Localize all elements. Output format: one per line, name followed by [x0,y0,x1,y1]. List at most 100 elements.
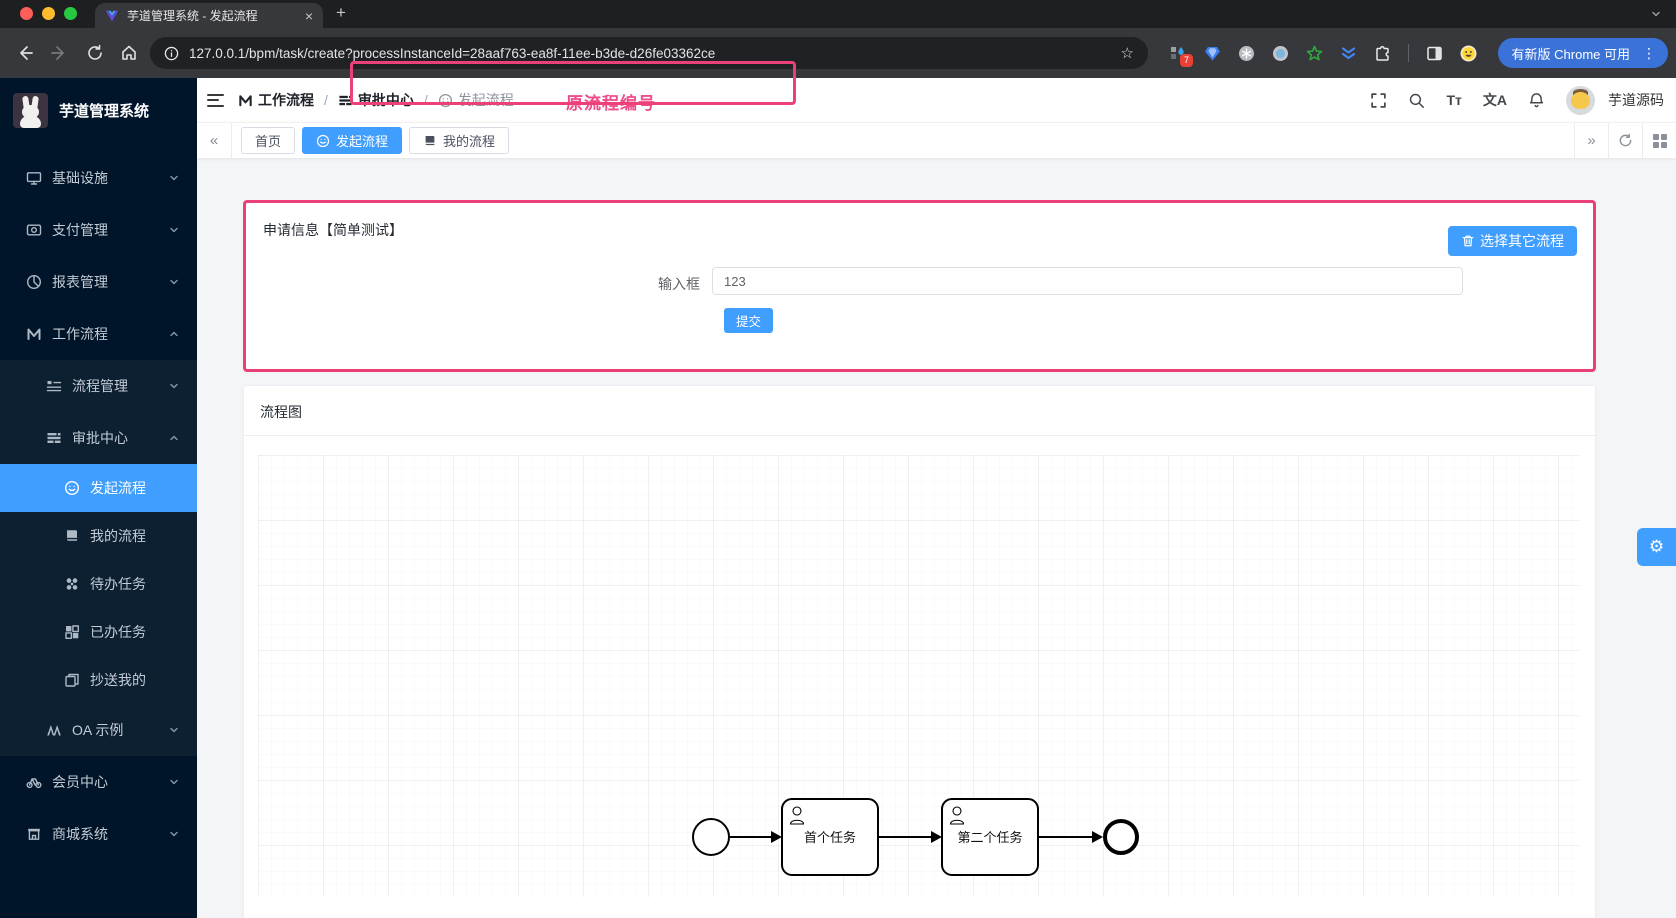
side-panel-icon[interactable] [1426,45,1443,62]
chrome-update-label: 有新版 Chrome 可用 [1511,46,1630,62]
tab-search-chevron-icon[interactable] [1650,8,1662,20]
notification-bell-icon[interactable] [1528,92,1545,109]
bpmn-canvas[interactable]: 首个任务 第二个任务 [258,455,1579,897]
submit-button[interactable]: 提交 [724,308,774,333]
reload-icon[interactable] [86,44,104,62]
sidebar-item-workflow[interactable]: 工作流程 [0,308,197,360]
zoom-window-button[interactable] [64,7,77,20]
scroll-tabs-right-icon[interactable]: » [1574,123,1608,158]
browser-tab[interactable]: 芋道管理系统 - 发起流程 × [95,3,323,28]
smiley-icon [438,93,452,107]
toolbar-divider [1408,44,1409,62]
puzzle-icon [66,578,78,590]
sidebar-item-todo-tasks[interactable]: 待办任务 [0,560,197,608]
extension-icon-devtools[interactable]: 7 [1170,45,1193,67]
minimize-window-button[interactable] [42,7,55,20]
chevron-up-icon [170,331,178,337]
sidebar-logo-row[interactable]: 芋道管理系统 [0,85,197,135]
approval-icon [339,95,352,105]
shop-icon [28,828,40,840]
page-tab-initiate-process[interactable]: 发起流程 [302,127,403,154]
sidebar-item-mall-system[interactable]: 商城系统 [0,808,197,860]
sidebar-menu: 基础设施 支付管理 报表管理 工作流程 流程管理 审批中心 发起流程 我的流程 … [0,135,197,860]
url-text[interactable]: 127.0.0.1/bpm/task/create?processInstanc… [189,46,1111,61]
translate-icon[interactable]: 文A [1483,92,1507,109]
chrome-update-button[interactable]: 有新版 Chrome 可用 ⋮ [1497,38,1668,68]
sidebar-item-oa-example[interactable]: OA 示例 [0,704,197,756]
workflow-icon [239,94,252,106]
input-field-label: 输入框 [658,276,700,292]
open-page-tabs: 首页 发起流程 我的流程 [241,127,1574,154]
process-list-icon [46,381,62,392]
payment-icon [26,224,42,236]
sidebar-item-infrastructure[interactable]: 基础设施 [0,152,197,204]
member-icon [26,778,42,789]
browser-menu-icon[interactable]: ⋮ [1638,45,1660,62]
refresh-page-icon[interactable] [1608,123,1642,158]
extension-icons: 7 [1170,28,1477,78]
smiley-icon [64,480,80,496]
theme-settings-button[interactable]: ⚙ [1637,528,1676,566]
close-window-button[interactable] [20,7,33,20]
profile-emoji-icon[interactable] [1460,45,1477,62]
sidebar-item-approval-center[interactable]: 审批中心 [0,412,197,464]
fullscreen-icon[interactable] [1370,92,1387,109]
sidebar-item-label: 报表管理 [52,274,108,290]
close-tab-icon[interactable]: × [305,8,313,24]
username[interactable]: 芋道源码 [1608,90,1664,110]
collapse-sidebar-icon[interactable] [207,93,224,107]
chevron-down-icon [170,279,178,285]
page-tab-home[interactable]: 首页 [241,127,296,154]
sidebar-item-member-center[interactable]: 会员中心 [0,756,197,808]
sidebar-item-process-management[interactable]: 流程管理 [0,360,197,412]
sidebar-item-initiate-process[interactable]: 发起流程 [0,464,197,512]
page-tab-my-processes[interactable]: 我的流程 [409,127,510,154]
tab-options-grid-icon[interactable] [1642,123,1676,158]
breadcrumb-item-workflow[interactable]: 工作流程 [238,90,314,110]
breadcrumb: 工作流程 / 审批中心 / 发起流程 [238,90,514,110]
search-icon[interactable] [1408,92,1425,109]
bpmn-end-event[interactable] [1103,819,1139,855]
form-card-title: 申请信息【简单测试】 [263,222,403,238]
gear-icon: ⚙ [1648,537,1665,556]
sidebar-item-label: 抄送我的 [90,672,146,688]
scroll-tabs-left-icon[interactable]: « [197,123,232,158]
url-bar[interactable]: 127.0.0.1/bpm/task/create?processInstanc… [150,37,1148,69]
sidebar-item-reports[interactable]: 报表管理 [0,256,197,308]
process-input-field[interactable] [712,267,1463,295]
chevron-down-icon [170,831,178,837]
bpmn-start-event[interactable] [692,818,730,856]
forward-icon[interactable] [50,44,68,62]
extension-icon-blue-circle[interactable] [1272,45,1289,62]
extension-icon-green-star[interactable] [1306,45,1323,62]
sidebar-item-label: OA 示例 [72,722,124,738]
tabbar-right-controls: » [1574,123,1676,158]
sidebar-item-cc-to-me[interactable]: 抄送我的 [0,656,197,704]
bpmn-user-task-2[interactable]: 第二个任务 [941,798,1039,876]
font-size-icon[interactable]: Tт [1446,92,1461,109]
smiley-icon [316,134,330,147]
extension-icon-double-chevron[interactable] [1340,45,1357,62]
breadcrumb-item-approval-center[interactable]: 审批中心 [338,90,414,110]
extensions-puzzle-icon[interactable] [1374,45,1391,62]
extension-icon-gray-circle[interactable] [1238,45,1255,62]
chevron-up-icon [170,435,178,441]
new-tab-button[interactable]: + [336,3,346,23]
pie-chart-icon [26,274,42,290]
sidebar-item-label: 发起流程 [90,480,146,496]
bookmark-star-icon[interactable]: ☆ [1121,44,1134,62]
bpmn-user-task-1[interactable]: 首个任务 [781,798,879,876]
macos-window-controls[interactable] [20,7,77,20]
sidebar-item-done-tasks[interactable]: 已办任务 [0,608,197,656]
extension-icon-gem[interactable] [1204,45,1221,62]
user-avatar[interactable] [1566,85,1595,115]
sidebar-item-payment[interactable]: 支付管理 [0,204,197,256]
sidebar-item-my-processes[interactable]: 我的流程 [0,512,197,560]
back-icon[interactable] [16,44,34,62]
book-icon [66,530,78,541]
sidebar: 芋道管理系统 基础设施 支付管理 报表管理 工作流程 流程管理 审批中心 发起流… [0,78,197,918]
choose-other-process-button[interactable]: 选择其它流程 [1448,226,1577,256]
page-tab-label: 发起流程 [336,134,389,149]
site-info-icon[interactable] [164,46,179,61]
home-icon[interactable] [120,44,138,62]
